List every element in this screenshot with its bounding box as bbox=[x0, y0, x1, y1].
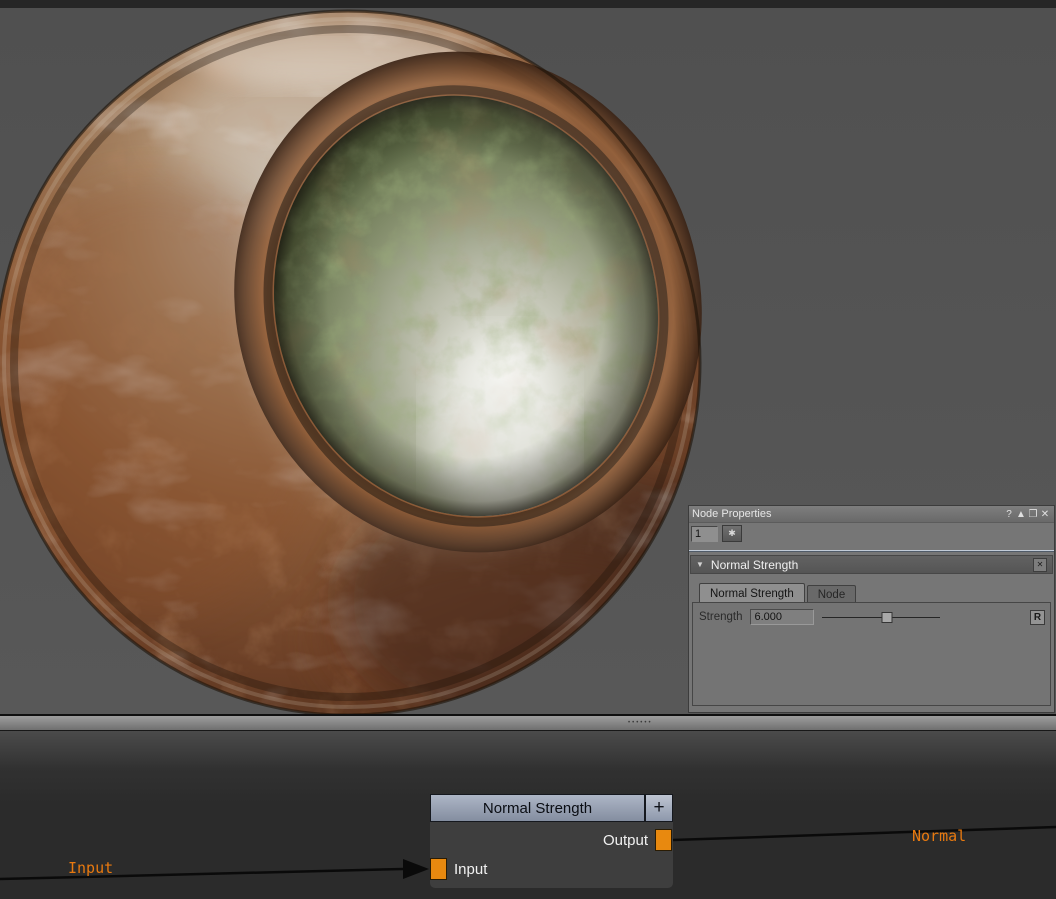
pinned-count-input[interactable] bbox=[691, 526, 718, 542]
input-wire[interactable] bbox=[0, 869, 403, 879]
tab-node[interactable]: Node bbox=[807, 585, 857, 603]
property-tabs: Normal Strength Node bbox=[699, 583, 856, 603]
node-add-button[interactable]: + bbox=[645, 794, 673, 822]
help-icon[interactable]: ? bbox=[1003, 508, 1015, 521]
close-panel-icon[interactable]: ✕ bbox=[1039, 508, 1051, 521]
strength-row: Strength R bbox=[693, 603, 1050, 625]
strength-slider[interactable] bbox=[822, 611, 940, 624]
pane-splitter[interactable]: •••••• bbox=[0, 714, 1056, 731]
dock-icon[interactable]: ▲ bbox=[1015, 508, 1027, 521]
node-header: Normal Strength + bbox=[430, 794, 673, 822]
normal-strength-node: Normal Strength + Output Input bbox=[430, 794, 673, 888]
strength-value-input[interactable] bbox=[750, 609, 814, 625]
viewport-top-strip bbox=[0, 0, 1056, 8]
float-window-icon[interactable]: ❐ bbox=[1027, 508, 1039, 521]
reset-button[interactable]: R bbox=[1030, 610, 1045, 625]
output-wire[interactable] bbox=[673, 827, 1056, 840]
panel-separator bbox=[689, 550, 1054, 552]
tab-content: Strength R bbox=[692, 602, 1051, 706]
application-window: Node Properties ? ▲ ❐ ✕ ✱ ▼ Normal Stren… bbox=[0, 0, 1056, 899]
section-header-normal-strength[interactable]: ▼ Normal Strength ✕ bbox=[690, 555, 1053, 574]
section-title: Normal Strength bbox=[711, 558, 1026, 572]
tab-normal-strength[interactable]: Normal Strength bbox=[699, 583, 805, 603]
strength-label: Strength bbox=[699, 611, 742, 623]
node-body: Output Input bbox=[430, 822, 673, 888]
strength-slider-handle[interactable] bbox=[882, 612, 893, 623]
panel-title-bar[interactable]: Node Properties ? ▲ ❐ ✕ bbox=[689, 506, 1054, 523]
node-properties-panel: Node Properties ? ▲ ❐ ✕ ✱ ▼ Normal Stren… bbox=[688, 505, 1055, 713]
panel-title: Node Properties bbox=[692, 508, 1003, 520]
node-title[interactable]: Normal Strength bbox=[430, 794, 645, 822]
output-wire-label: Normal bbox=[912, 827, 966, 845]
output-port-connector[interactable] bbox=[655, 829, 672, 851]
splitter-drag-handle[interactable]: •••••• bbox=[628, 720, 653, 726]
output-port-label: Output bbox=[603, 829, 648, 851]
input-port-label: Input bbox=[454, 858, 487, 880]
input-wire-label: Input bbox=[68, 859, 113, 877]
pin-button[interactable]: ✱ bbox=[722, 525, 742, 542]
collapse-triangle-icon[interactable]: ▼ bbox=[696, 560, 704, 569]
section-close-icon[interactable]: ✕ bbox=[1033, 558, 1047, 572]
input-port-connector[interactable] bbox=[430, 858, 447, 880]
input-wire-arrow-icon bbox=[403, 859, 429, 879]
